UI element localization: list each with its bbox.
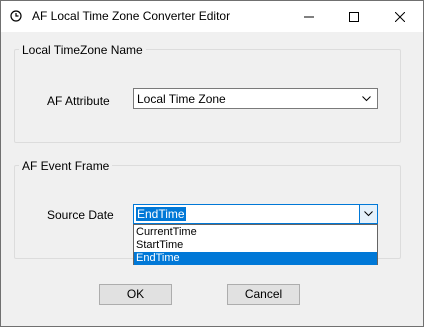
chevron-down-icon[interactable]: [358, 89, 375, 108]
close-icon: [394, 11, 405, 22]
dropdown-option-selected[interactable]: EndTime: [134, 252, 377, 265]
dialog-window: AF Local Time Zone Converter Editor Loca…: [0, 0, 424, 327]
window-title: AF Local Time Zone Converter Editor: [32, 9, 231, 23]
event-frame-group-label: AF Event Frame: [19, 159, 113, 173]
maximize-icon: [348, 11, 359, 22]
ok-button[interactable]: OK: [99, 284, 172, 305]
cancel-button[interactable]: Cancel: [227, 284, 300, 305]
clock-icon: [10, 10, 22, 22]
af-attribute-value: Local Time Zone: [137, 92, 226, 106]
minimize-icon: [303, 12, 314, 22]
af-attribute-label: AF Attribute: [47, 94, 110, 108]
chevron-down-icon[interactable]: [359, 205, 377, 223]
source-date-label: Source Date: [47, 208, 114, 222]
minimize-button[interactable]: [286, 1, 331, 32]
source-date-value: EndTime: [136, 207, 186, 221]
close-button[interactable]: [377, 1, 422, 32]
source-date-dropdown-list: CurrentTime StartTime EndTime: [133, 224, 378, 265]
maximize-button[interactable]: [331, 1, 376, 32]
title-bar[interactable]: AF Local Time Zone Converter Editor: [1, 1, 423, 32]
dropdown-option[interactable]: StartTime: [134, 239, 377, 252]
af-attribute-combobox[interactable]: Local Time Zone: [133, 88, 378, 109]
dropdown-option[interactable]: CurrentTime: [134, 226, 377, 239]
source-date-combobox[interactable]: EndTime: [133, 204, 378, 224]
timezone-group-label: Local TimeZone Name: [19, 43, 146, 57]
